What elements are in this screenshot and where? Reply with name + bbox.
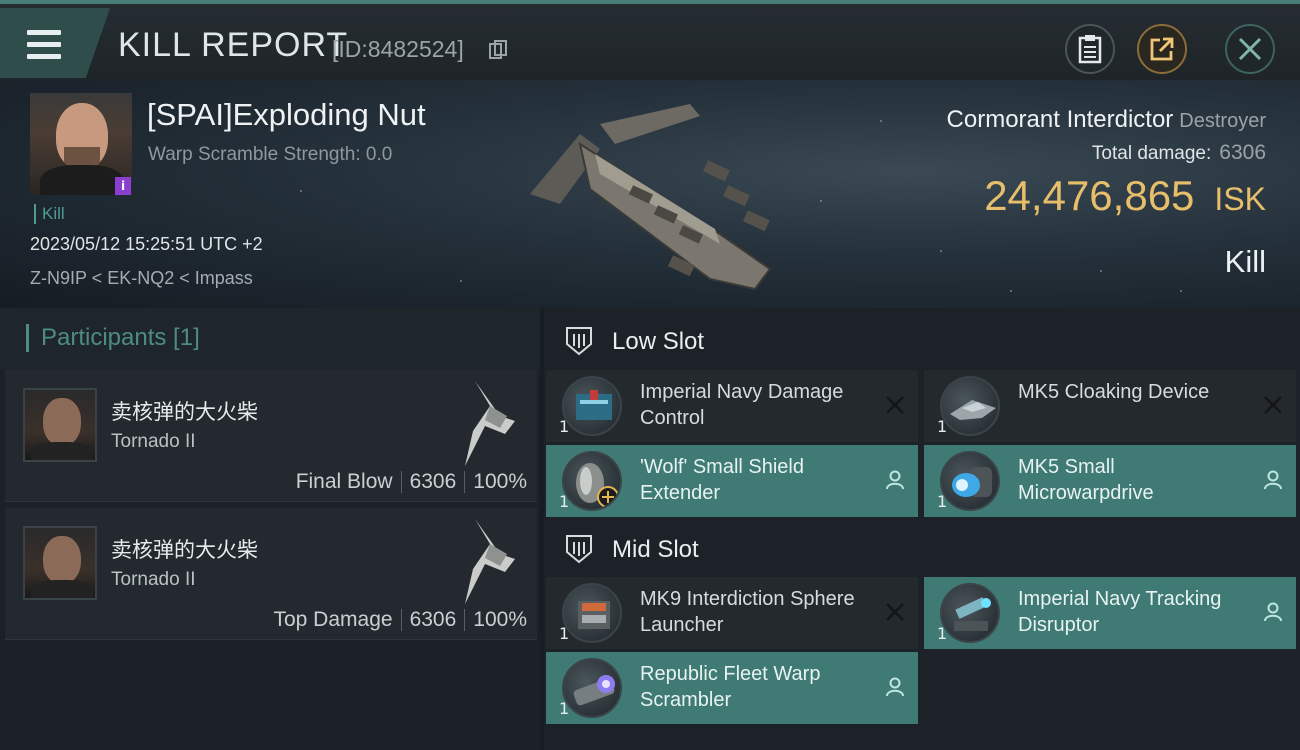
close-icon bbox=[1238, 37, 1262, 61]
low-slot-title: Low Slot bbox=[612, 328, 705, 355]
module-name: MK5 Cloaking Device bbox=[1018, 381, 1210, 403]
module-item[interactable]: 1 MK9 Interdiction Sphere Launcher bbox=[546, 577, 918, 649]
share-icon bbox=[1150, 37, 1174, 61]
kill-location[interactable]: Z-N9IP < EK-NQ2 < Impass bbox=[30, 268, 253, 289]
participant-ship-icon bbox=[465, 519, 515, 604]
fitting-panel: Low Slot 1 Imperial Navy Damage Control … bbox=[544, 308, 1300, 750]
warp-scramble-strength: Warp Scramble Strength: 0.0 bbox=[148, 144, 393, 165]
dropped-person-icon bbox=[886, 470, 904, 490]
participant-role: Top Damage bbox=[273, 608, 393, 631]
kill-tag: Kill bbox=[34, 204, 65, 224]
participant-ship: Tornado II bbox=[111, 569, 196, 590]
page-title: KILL REPORT bbox=[118, 26, 349, 64]
low-slot-header: Low Slot bbox=[544, 310, 1300, 374]
participant-stats: Final Blow 6306 100% bbox=[296, 470, 527, 494]
module-item[interactable]: 1 Imperial Navy Tracking Disruptor bbox=[924, 577, 1296, 649]
participant-ship: Tornado II bbox=[111, 431, 196, 452]
participant-card[interactable]: 卖核弹的大火柴 Tornado II Top Damage 6306 100% bbox=[5, 508, 537, 640]
participant-damage: 6306 bbox=[409, 470, 457, 493]
tracking-disruptor-icon bbox=[940, 583, 1000, 643]
total-damage-label: Total damage: bbox=[1091, 143, 1212, 164]
isk-unit: ISK bbox=[1214, 181, 1266, 217]
participants-header: Participants [1] bbox=[0, 308, 540, 370]
participant-role: Final Blow bbox=[295, 470, 393, 493]
module-qty: 1 bbox=[937, 417, 948, 436]
participant-avatar[interactable] bbox=[23, 526, 97, 600]
kill-result: Kill bbox=[1224, 244, 1266, 279]
participants-panel: Participants [1] 卖核弹的大火柴 Tornado II Fina… bbox=[0, 308, 540, 750]
report-id: [ID:8482524] bbox=[332, 36, 464, 62]
module-item[interactable]: 1 Imperial Navy Damage Control bbox=[546, 370, 918, 442]
clipboard-icon bbox=[1078, 35, 1102, 64]
total-damage: Total damage: 6306 bbox=[1092, 141, 1266, 165]
module-qty: 1 bbox=[559, 624, 570, 643]
menu-button[interactable] bbox=[0, 8, 110, 78]
module-qty: 1 bbox=[937, 624, 948, 643]
module-name: Imperial Navy Tracking Disruptor bbox=[1018, 588, 1222, 636]
participant-avatar[interactable] bbox=[23, 388, 97, 462]
shield-extender-icon bbox=[562, 451, 622, 511]
participant-percent: 100% bbox=[473, 608, 527, 631]
module-qty: 1 bbox=[559, 699, 570, 718]
copy-icon[interactable] bbox=[489, 40, 507, 60]
clipboard-button[interactable] bbox=[1065, 24, 1115, 74]
low-slot-icon bbox=[566, 327, 592, 356]
victim-panel: i [SPAI]Exploding Nut Warp Scramble Stre… bbox=[0, 80, 1300, 308]
ship-class: Destroyer bbox=[1179, 110, 1266, 132]
warp-scrambler-icon bbox=[562, 658, 622, 718]
module-name: MK5 Small Microwarpdrive bbox=[1018, 456, 1154, 504]
top-bar: KILL REPORT [ID:8482524] bbox=[0, 0, 1300, 80]
module-item[interactable]: 1 Republic Fleet Warp Scrambler bbox=[546, 652, 918, 724]
ship-type-name: Cormorant Interdictor bbox=[946, 106, 1174, 133]
kill-timestamp: 2023/05/12 15:25:51 UTC +2 bbox=[30, 234, 263, 254]
module-item[interactable]: 1 'Wolf' Small Shield Extender bbox=[546, 445, 918, 517]
destroyed-x-icon bbox=[886, 396, 904, 414]
microwarpdrive-icon bbox=[940, 451, 1000, 511]
module-qty: 1 bbox=[937, 492, 948, 511]
share-button[interactable] bbox=[1137, 24, 1187, 74]
participant-damage: 6306 bbox=[409, 608, 457, 631]
close-button[interactable] bbox=[1225, 24, 1275, 74]
info-icon[interactable]: i bbox=[115, 177, 131, 195]
hamburger-icon bbox=[27, 30, 61, 66]
module-qty: 1 bbox=[559, 417, 570, 436]
interdiction-launcher-icon bbox=[562, 583, 622, 643]
module-name: Imperial Navy Damage Control bbox=[640, 381, 844, 429]
module-item[interactable]: 1 MK5 Small Microwarpdrive bbox=[924, 445, 1296, 517]
victim-name[interactable]: [SPAI]Exploding Nut bbox=[147, 97, 426, 133]
total-damage-value: 6306 bbox=[1219, 141, 1266, 164]
isk-amount: 24,476,865 bbox=[984, 172, 1195, 219]
destroyed-x-icon bbox=[886, 603, 904, 621]
dropped-person-icon bbox=[1264, 602, 1282, 622]
damage-control-icon bbox=[562, 376, 622, 436]
victim-ship-image[interactable] bbox=[520, 94, 780, 294]
isk-value: 24,476,865 ISK bbox=[984, 172, 1266, 220]
module-qty: 1 bbox=[559, 492, 570, 511]
module-item[interactable]: 1 MK5 Cloaking Device bbox=[924, 370, 1296, 442]
participant-card[interactable]: 卖核弹的大火柴 Tornado II Final Blow 6306 100% bbox=[5, 370, 537, 502]
participant-name: 卖核弹的大火柴 bbox=[111, 538, 258, 562]
module-name: 'Wolf' Small Shield Extender bbox=[640, 456, 804, 504]
participant-ship-icon bbox=[465, 381, 515, 466]
mid-slot-title: Mid Slot bbox=[612, 536, 699, 563]
participant-name: 卖核弹的大火柴 bbox=[111, 400, 258, 424]
module-name: Republic Fleet Warp Scrambler bbox=[640, 663, 821, 711]
victim-ship-name[interactable]: Cormorant Interdictor Destroyer bbox=[947, 106, 1266, 134]
mid-slot-icon bbox=[566, 535, 592, 564]
dropped-person-icon bbox=[886, 677, 904, 697]
participant-stats: Top Damage 6306 100% bbox=[273, 608, 527, 632]
dropped-person-icon bbox=[1264, 470, 1282, 490]
participants-title: Participants [1] bbox=[26, 324, 200, 352]
module-name: MK9 Interdiction Sphere Launcher bbox=[640, 588, 855, 636]
destroyed-x-icon bbox=[1264, 396, 1282, 414]
mid-slot-header: Mid Slot bbox=[544, 518, 1300, 582]
cloaking-device-icon bbox=[940, 376, 1000, 436]
kill-report-screen: KILL REPORT [ID:8482524] i [SPAI]Explodi… bbox=[0, 0, 1300, 750]
participant-percent: 100% bbox=[473, 470, 527, 493]
